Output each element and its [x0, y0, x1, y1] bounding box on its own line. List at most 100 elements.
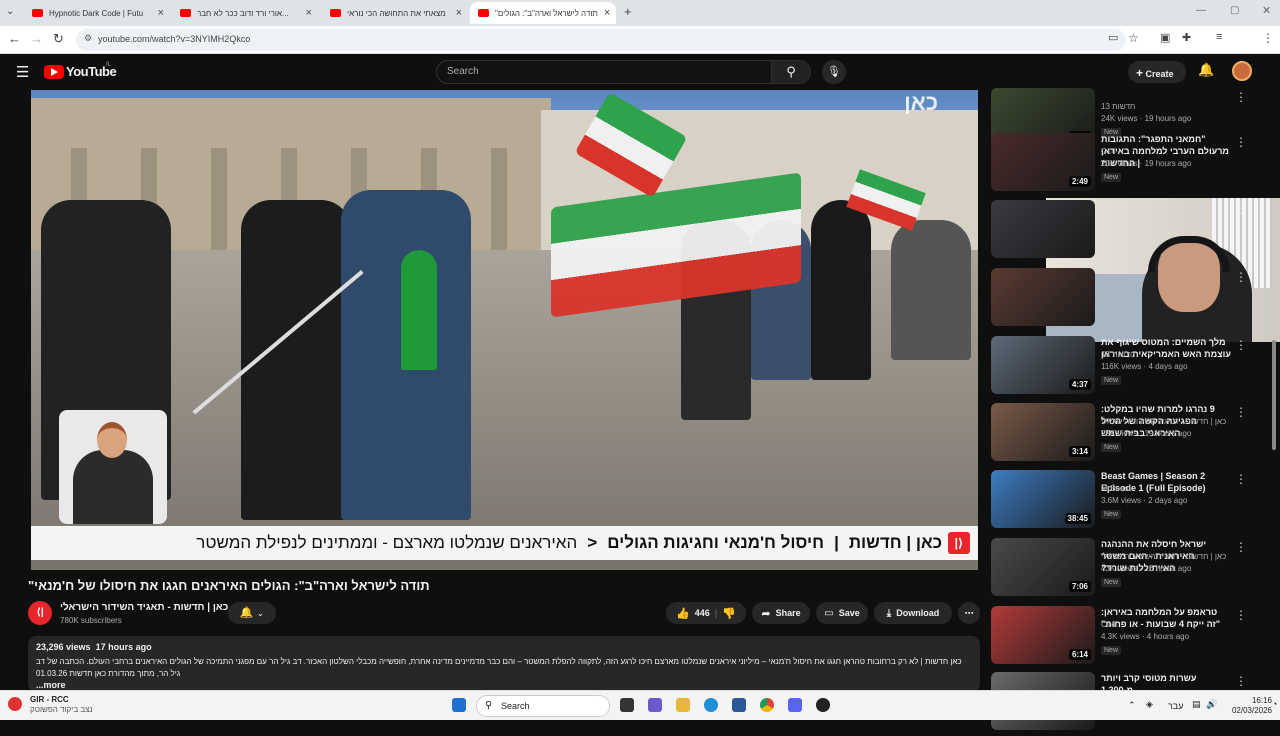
url-field[interactable]: ⚙ youtube.com/watch?v=3NYIMH2Qkco: [76, 29, 1126, 51]
recommendation-item[interactable]: 4:37 מלך השמיים: המטוס שיגוף את עוצמת האש…: [991, 336, 1249, 400]
recommendation-item[interactable]: ⋮: [991, 268, 1249, 332]
windows-start-icon[interactable]: [452, 698, 466, 712]
show-more-link[interactable]: ...more: [36, 680, 66, 690]
download-button[interactable]: ⤓ Download: [874, 602, 952, 624]
weather-widget[interactable]: GIR - RCC נצב ביקוד הפשוטק: [30, 695, 93, 715]
site-info-icon[interactable]: ⚙: [84, 33, 92, 44]
more-vertical-icon[interactable]: ⋮: [1235, 90, 1247, 104]
video-player[interactable]: כאן ⟨| כאן | חדשות | חיסול ח'מנאי וחגיגו…: [31, 90, 978, 570]
more-vertical-icon[interactable]: ⋮: [1235, 405, 1247, 419]
recommendation-channel[interactable]: MrBeast: [1101, 484, 1131, 493]
scrollbar-thumb[interactable]: [1272, 340, 1276, 450]
weather-widget-icon[interactable]: [8, 697, 22, 711]
recommendation-channel[interactable]: C14: [1101, 620, 1116, 629]
more-vertical-icon[interactable]: ⋮: [1235, 608, 1247, 622]
new-tab-button[interactable]: +: [624, 4, 632, 19]
file-explorer-icon[interactable]: [676, 698, 690, 712]
recommendation-thumbnail[interactable]: [991, 268, 1095, 326]
recommendation-channel[interactable]: חדשות 13: [1101, 350, 1135, 359]
create-button[interactable]: + Create: [1128, 61, 1186, 83]
more-vertical-icon[interactable]: ⋮: [1235, 674, 1247, 688]
tab-4-active[interactable]: "תודה לישראל וארה"ב": הגולים ×: [470, 2, 616, 24]
search-input[interactable]: Search: [436, 60, 772, 84]
recommendation-thumbnail[interactable]: 38:45: [991, 470, 1095, 528]
back-icon[interactable]: ←: [8, 31, 21, 46]
search-icon[interactable]: ⚲: [771, 60, 811, 84]
tab-close-icon[interactable]: ×: [604, 7, 610, 19]
more-vertical-icon[interactable]: ⋮: [1235, 135, 1247, 149]
network-icon[interactable]: ▤: [1192, 699, 1201, 710]
recommendation-title[interactable]: טראמפ על המלחמה באיראן: "זה ייקח 4 שבועו…: [1101, 606, 1231, 630]
more-vertical-icon[interactable]: ⋮: [1235, 472, 1247, 486]
more-vertical-icon[interactable]: ⋮: [1235, 270, 1247, 284]
reload-icon[interactable]: ↻: [53, 31, 64, 47]
like-icon[interactable]: 👍: [676, 607, 690, 620]
recommendation-channel[interactable]: חדשות 13: [1101, 102, 1135, 111]
recommendation-channel[interactable]: כאן | חדשות - תאגיד השידור הישראלי: [1101, 552, 1226, 561]
chrome-icon[interactable]: [760, 698, 774, 712]
tab-list-chevron-icon[interactable]: ⌄: [6, 6, 14, 17]
task-view-icon[interactable]: [620, 698, 634, 712]
recommendation-item[interactable]: 2:49 "חמאני התפגר": התגובות מרעולם הערבי …: [991, 133, 1249, 197]
account-avatar[interactable]: [1232, 61, 1252, 81]
recommendation-thumbnail[interactable]: 2:49: [991, 133, 1095, 191]
maximize-icon[interactable]: ▢: [1230, 5, 1239, 16]
minimize-icon[interactable]: —: [1196, 5, 1206, 16]
like-count[interactable]: 446: [695, 608, 710, 618]
extension-icon[interactable]: ▣: [1160, 31, 1170, 44]
tray-chevron-icon[interactable]: ⌃: [1128, 700, 1136, 711]
tab-close-icon[interactable]: ×: [158, 7, 164, 19]
notification-icon[interactable]: ◔: [1272, 699, 1277, 709]
share-button[interactable]: ➦ Share: [752, 602, 810, 624]
mic-icon[interactable]: 🎙: [822, 60, 846, 84]
puzzle-icon[interactable]: ✚: [1182, 31, 1191, 44]
tab-2[interactable]: אורי ורד ודוב ככר לא חבר... ×: [172, 2, 320, 24]
page-scrollbar[interactable]: [1272, 90, 1278, 690]
channel-name[interactable]: כאן | חדשות - תאגיד השידור הישראלי ●: [60, 602, 236, 613]
recommendation-item[interactable]: ⋮: [991, 200, 1249, 264]
menu-icon[interactable]: ☰: [16, 63, 29, 81]
tab-1[interactable]: Hypnotic Dark Code | Futu ×: [24, 2, 172, 24]
recommendation-item[interactable]: 3:14 9 נהרגו למרות שהיו במקלט: הפגיעה הקש…: [991, 403, 1249, 467]
close-window-icon[interactable]: ✕: [1262, 4, 1271, 17]
dislike-icon[interactable]: 👎: [722, 607, 736, 620]
tab-close-icon[interactable]: ×: [306, 7, 312, 19]
subscribe-bell-button[interactable]: 🔔 ⌄: [228, 602, 276, 624]
recommendation-thumbnail[interactable]: 6:14: [991, 606, 1095, 664]
system-clock[interactable]: 16:16 02/03/2026: [1220, 696, 1272, 716]
tab-3[interactable]: מצאתי את התחושה הכי נוראי ×: [322, 2, 470, 24]
more-actions-button[interactable]: ⋯: [958, 602, 980, 624]
tab-close-icon[interactable]: ×: [456, 7, 462, 19]
tray-app-icon[interactable]: ◈: [1146, 699, 1153, 710]
teams-icon[interactable]: [648, 698, 662, 712]
save-button[interactable]: ▭ Save: [816, 602, 868, 624]
input-language[interactable]: עבר: [1168, 701, 1183, 711]
taskbar-search[interactable]: ⚲ Search: [476, 695, 610, 717]
recommendation-thumbnail[interactable]: 4:37: [991, 336, 1095, 394]
forward-icon[interactable]: →: [30, 31, 43, 46]
more-vertical-icon[interactable]: ⋮: [1235, 202, 1247, 216]
browser-menu-icon[interactable]: ⋮: [1262, 31, 1274, 45]
recommendation-thumbnail[interactable]: 3:14: [991, 403, 1095, 461]
more-vertical-icon[interactable]: ⋮: [1235, 338, 1247, 352]
volume-icon[interactable]: 🔊: [1206, 699, 1217, 710]
recommendation-channel[interactable]: C14: [1101, 147, 1116, 156]
recommendation-item[interactable]: 6:14 טראמפ על המלחמה באיראן: "זה ייקח 4 ש…: [991, 606, 1249, 670]
youtube-logo-icon[interactable]: [44, 65, 64, 79]
bell-icon[interactable]: 🔔: [1198, 62, 1214, 78]
channel-avatar[interactable]: ⟨|: [28, 601, 52, 625]
edge-icon[interactable]: [704, 698, 718, 712]
description-box[interactable]: 23,296 views 17 hours ago כאן חדשות | לא…: [28, 636, 980, 692]
bookmark-star-icon[interactable]: ☆: [1128, 31, 1139, 45]
recommendation-channel[interactable]: כאן | חדשות - תאגיד השידור הישראלי: [1101, 417, 1226, 426]
cast-icon[interactable]: ▭: [1108, 31, 1118, 44]
recommendation-item[interactable]: 7:06 ישראל חיסלה את ההנהגה האיראנית - האם…: [991, 538, 1249, 602]
recommendation-thumbnail[interactable]: 7:06: [991, 538, 1095, 596]
recommendation-item[interactable]: 38:45 Beast Games | Season 2 Episode 1 (F…: [991, 470, 1249, 534]
recommendation-thumbnail[interactable]: [991, 200, 1095, 258]
app-icon[interactable]: [816, 698, 830, 712]
more-vertical-icon[interactable]: ⋮: [1235, 540, 1247, 554]
media-icon[interactable]: ≡: [1216, 31, 1222, 43]
store-icon[interactable]: [732, 698, 746, 712]
discord-icon[interactable]: [788, 698, 802, 712]
